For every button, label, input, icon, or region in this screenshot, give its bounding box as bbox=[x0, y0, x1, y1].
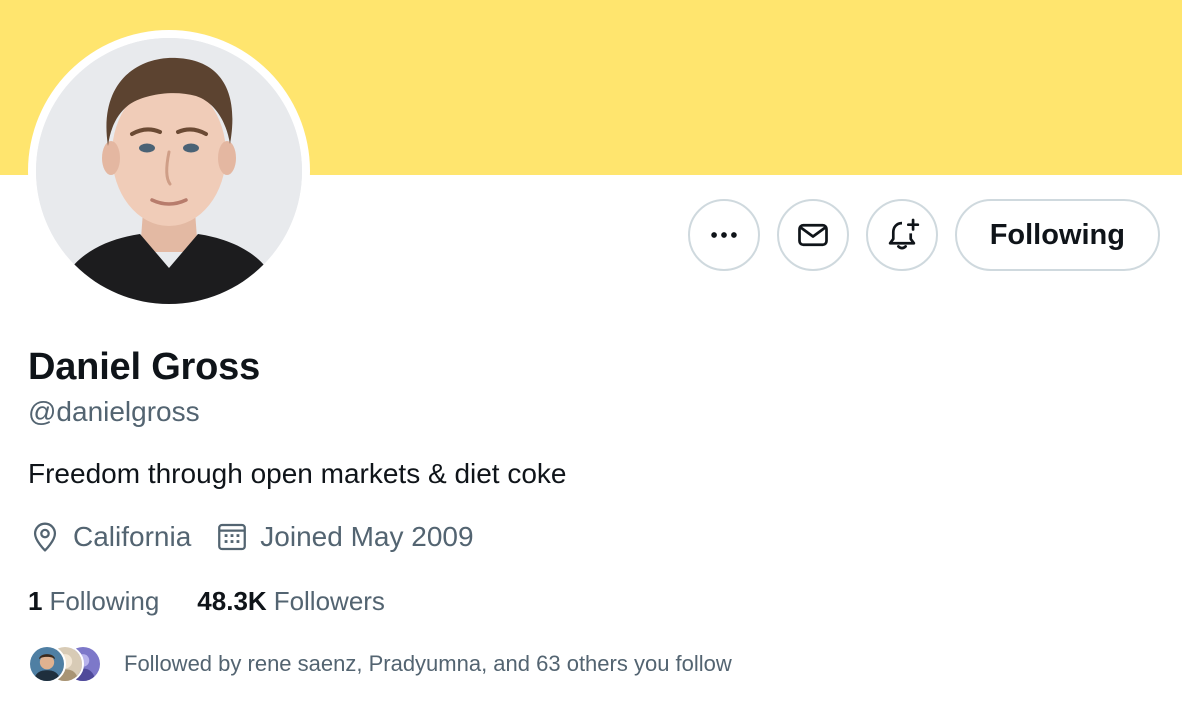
profile-actions: Following bbox=[687, 199, 1160, 271]
message-button[interactable] bbox=[776, 199, 849, 271]
location-pin-icon bbox=[33, 522, 57, 552]
profile-stats: 1 Following 48.3K Followers bbox=[28, 586, 385, 617]
profile-bio: Freedom through open markets & diet coke bbox=[28, 458, 567, 489]
notifications-button[interactable] bbox=[865, 199, 938, 271]
calendar-icon bbox=[218, 523, 247, 551]
following-stat-link[interactable]: 1 Following bbox=[28, 586, 159, 617]
followers-count: 48.3K bbox=[197, 586, 267, 616]
bell-plus-icon bbox=[888, 218, 919, 250]
following-button[interactable]: Following bbox=[954, 199, 1160, 271]
location-item: California bbox=[28, 520, 191, 554]
profile-page: Following Daniel Gross @danielgross Free… bbox=[0, 0, 1182, 720]
avatar bbox=[28, 645, 66, 683]
joined-item: Joined May 2009 bbox=[215, 520, 474, 554]
followed-by-avatars bbox=[28, 644, 102, 684]
profile-handle: @danielgross bbox=[28, 396, 200, 427]
profile-name: Daniel Gross bbox=[28, 346, 261, 388]
followers-stat-link[interactable]: 48.3K Followers bbox=[197, 586, 385, 617]
followers-label: Followers bbox=[273, 586, 385, 616]
following-count: 1 bbox=[28, 586, 43, 616]
followed-by-text: Followed by rene saenz, Pradyumna, and 6… bbox=[124, 651, 732, 676]
profile-avatar[interactable] bbox=[28, 30, 310, 312]
profile-meta: California Joined May 2009 bbox=[28, 520, 474, 554]
location-text: California bbox=[73, 521, 192, 552]
envelope-icon bbox=[797, 223, 828, 247]
joined-text: Joined May 2009 bbox=[260, 521, 474, 552]
more-horizontal-icon bbox=[710, 232, 737, 238]
more-button[interactable] bbox=[687, 199, 760, 271]
following-label: Following bbox=[49, 586, 160, 616]
followed-by-link[interactable]: Followed by rene saenz, Pradyumna, and 6… bbox=[28, 644, 732, 684]
avatar-photo bbox=[36, 38, 302, 304]
